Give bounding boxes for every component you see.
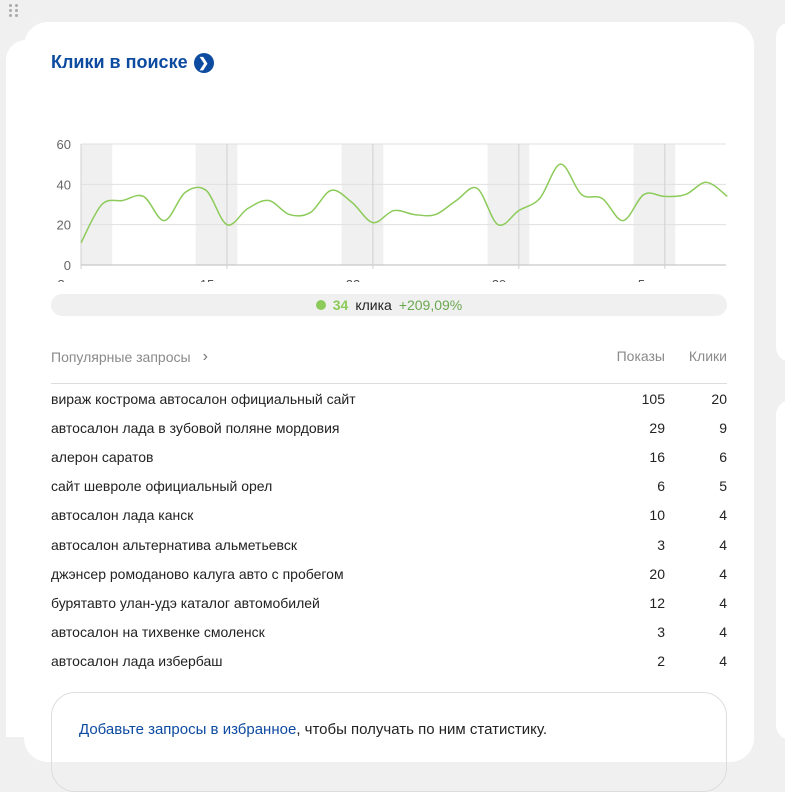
table-row[interactable]: сайт шевроле официальный орел 6 5: [51, 472, 727, 501]
widget-title[interactable]: Клики в поиске ❯: [51, 52, 214, 73]
query-text: бурятавто улан-удэ каталог автомобилей: [51, 594, 320, 611]
shows-value: 6: [657, 478, 665, 495]
table-row[interactable]: бурятавто улан-удэ каталог автомобилей 12…: [51, 588, 727, 617]
widget-title-text: Клики в поиске: [51, 52, 188, 72]
favorites-hint-text: , чтобы получать по ним статистику.: [296, 721, 547, 738]
queries-table: вираж кострома автосалон официальный сай…: [51, 383, 727, 676]
clicks-label: клика: [355, 297, 392, 313]
y-tick-label: 60: [57, 137, 71, 152]
col-shows: Показы: [616, 348, 665, 364]
query-text: вираж кострома автосалон официальный сай…: [51, 390, 356, 407]
shows-value: 3: [657, 536, 665, 553]
x-tick-label: 29 марта: [492, 277, 547, 282]
shows-value: 12: [649, 594, 665, 611]
clicks-value: 5: [719, 478, 727, 495]
query-text: джэнсер ромоданово калуга авто с пробего…: [51, 565, 344, 582]
table-row[interactable]: автосалон альтернатива альметьевск 3 4: [51, 530, 727, 559]
y-tick-label: 20: [57, 218, 71, 233]
query-text: автосалон лада канск: [51, 507, 194, 524]
clicks-value: 4: [719, 594, 727, 611]
table-header: Популярные запросы › Показы Клики: [51, 348, 727, 366]
search-clicks-widget: Клики в поиске ❯ 0 20 40 60 8 марта 15 марта 2…: [24, 22, 754, 792]
drag-handle-icon[interactable]: [9, 4, 19, 18]
popular-queries-label: Популярные запросы: [51, 349, 191, 365]
left-panel: [6, 40, 26, 737]
table-row[interactable]: алерон саратов 16 6: [51, 442, 727, 471]
query-text: автосалон лада избербаш: [51, 653, 223, 670]
col-clicks: Клики: [688, 348, 727, 364]
query-text: алерон саратов: [51, 448, 154, 465]
right-panel-2: [776, 400, 785, 740]
weekend-band: [633, 144, 676, 265]
weekend-band: [341, 144, 384, 265]
query-text: автосалон лада в зубовой поляне мордовия: [51, 419, 340, 436]
weekend-band: [195, 144, 238, 265]
table-row[interactable]: автосалон лада в зубовой поляне мордовия…: [51, 413, 727, 442]
clicks-value: 4: [719, 653, 727, 670]
shows-value: 3: [657, 624, 665, 641]
y-tick-label: 0: [64, 258, 71, 273]
shows-value: 2: [657, 653, 665, 670]
x-tick-label: 22 марта: [346, 277, 401, 282]
table-row[interactable]: вираж кострома автосалон официальный сай…: [51, 384, 727, 413]
weekend-band: [81, 144, 113, 265]
shows-value: 105: [641, 390, 665, 407]
clicks-value: 20: [711, 390, 727, 407]
popular-queries-link[interactable]: Популярные запросы ›: [51, 348, 565, 366]
shows-value: 20: [649, 565, 665, 582]
y-tick-label: 40: [57, 177, 71, 192]
add-favorites-link[interactable]: Добавьте запросы в избранное: [79, 721, 296, 738]
clicks-value: 4: [719, 565, 727, 582]
clicks-chart: 0 20 40 60 8 марта 15 марта 22 марта 29 марта 5 …: [57, 137, 728, 282]
shows-value: 16: [649, 448, 665, 465]
x-tick-label: 8 марта: [58, 277, 106, 282]
clicks-value: 4: [719, 536, 727, 553]
clicks-value: 4: [719, 507, 727, 524]
table-row[interactable]: автосалон лада канск 10 4: [51, 501, 727, 530]
clicks-value: 4: [719, 624, 727, 641]
right-panel: [776, 22, 785, 362]
favorites-hint: Добавьте запросы в избранное, чтобы полу…: [51, 692, 727, 792]
table-row[interactable]: джэнсер ромоданово калуга авто с пробего…: [51, 559, 727, 588]
clicks-value: 6: [719, 448, 727, 465]
weekend-band: [487, 144, 530, 265]
shows-value: 29: [649, 419, 665, 436]
table-row[interactable]: автосалон лада избербаш 2 4: [51, 647, 727, 676]
table-row[interactable]: автосалон на тихвенке смоленск 3 4: [51, 618, 727, 647]
shows-value: 10: [649, 507, 665, 524]
clicks-value: 34: [332, 297, 349, 313]
chevron-right-icon[interactable]: ❯: [193, 52, 214, 73]
clicks-change: +209,09%: [398, 297, 463, 313]
query-text: автосалон на тихвенке смоленск: [51, 624, 265, 641]
clicks-line: [80, 163, 728, 244]
query-text: автосалон альтернатива альметьевск: [51, 536, 297, 553]
clicks-value: 9: [719, 419, 727, 436]
query-text: сайт шевроле официальный орел: [51, 478, 273, 495]
x-tick-label: 15 марта: [200, 277, 255, 282]
series-dot-icon: [315, 300, 326, 310]
clicks-summary: 34 клика +209,09%: [51, 294, 727, 316]
x-tick-label: 5 апреля: [638, 277, 692, 282]
chevron-right-icon: ›: [202, 348, 208, 365]
